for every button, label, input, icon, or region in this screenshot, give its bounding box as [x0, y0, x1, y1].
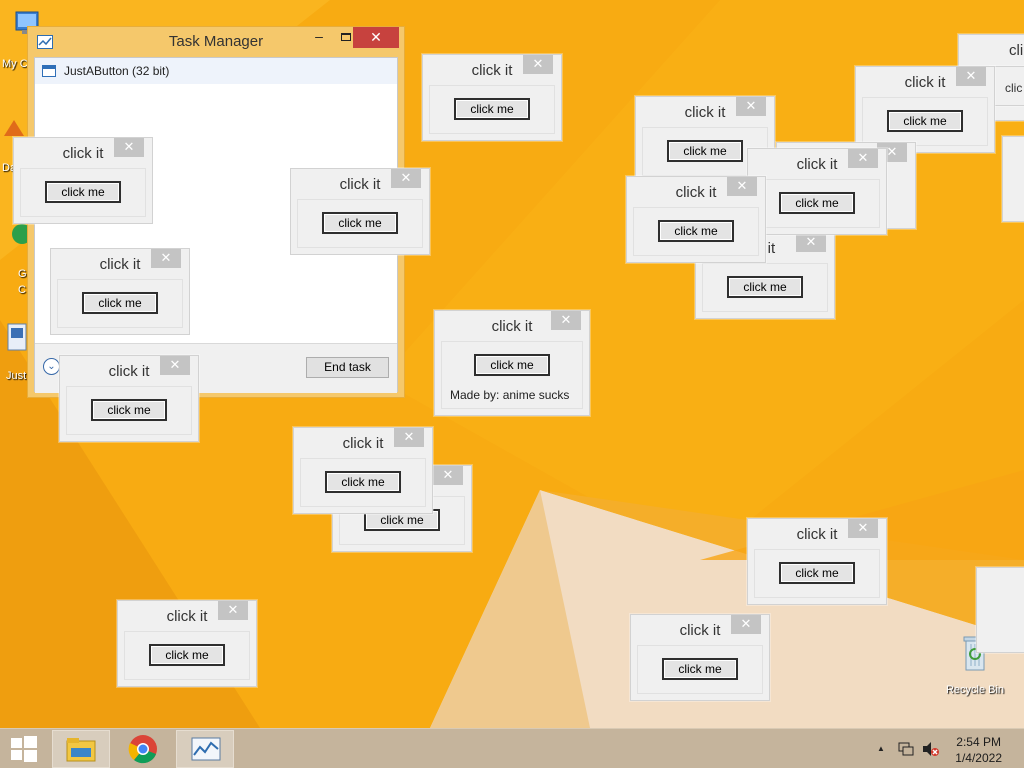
click-me-button[interactable]: click me: [474, 354, 550, 376]
dialog-body: click me: [124, 631, 250, 680]
click-me-button[interactable]: click me: [45, 181, 121, 203]
dialog-body: click me: [754, 549, 880, 598]
clock-time: 2:54 PM: [956, 735, 1001, 749]
list-item[interactable]: JustAButton (32 bit): [35, 58, 397, 84]
dialog-close-button[interactable]: ✕: [848, 149, 878, 168]
click-it-dialog[interactable]: click it ✕ click me Made by: anime sucks: [434, 310, 590, 416]
clock[interactable]: 2:54 PM 1/4/2022: [955, 734, 1002, 766]
close-button[interactable]: ✕: [353, 27, 399, 48]
click-it-dialog[interactable]: click it ✕ click me: [50, 248, 190, 335]
application-icon: [7, 323, 27, 351]
click-it-dialog[interactable]: click it ✕ click me: [117, 600, 257, 687]
volume-muted-icon[interactable]: [922, 741, 940, 757]
start-button[interactable]: [0, 730, 48, 768]
dialog-close-button[interactable]: ✕: [391, 169, 421, 188]
dialog-body: click me: [66, 386, 192, 435]
taskbar: ▲ 2:54 PM 1/4/2022: [0, 728, 1024, 768]
show-hidden-icons-button[interactable]: ▲: [877, 744, 885, 753]
windows-logo-icon: [11, 736, 37, 762]
dialog-close-button[interactable]: ✕: [151, 249, 181, 268]
dialog-body: click me: [862, 97, 988, 146]
click-it-dialog[interactable]: click it ✕ click me: [855, 66, 995, 153]
click-me-button[interactable]: click me: [454, 98, 530, 120]
desktop-icon-label: G C: [18, 268, 27, 296]
dialog-close-button[interactable]: ✕: [114, 138, 144, 157]
click-it-dialog[interactable]: click it ✕ click me: [59, 355, 199, 442]
dialog-body: click me: [633, 207, 759, 256]
click-me-button[interactable]: click me: [662, 658, 738, 680]
click-me-button[interactable]: click me: [325, 471, 401, 493]
click-it-dialog[interactable]: click it ✕ click me: [290, 168, 430, 255]
more-details-chevron-icon[interactable]: ⌄: [43, 358, 60, 375]
file-explorer-icon: [66, 738, 96, 762]
dialog-close-button[interactable]: ✕: [731, 615, 761, 634]
end-task-button[interactable]: End task: [306, 357, 389, 378]
dialog-close-button[interactable]: ✕: [394, 428, 424, 447]
credit-label: Made by: anime sucks: [450, 388, 570, 402]
dialog-body: click me: [637, 645, 763, 694]
taskbar-task-manager[interactable]: [176, 730, 234, 768]
dialog-title: clic: [1005, 81, 1023, 95]
click-it-dialog[interactable]: clic: [990, 66, 1024, 106]
desktop-icon-label: My C: [2, 58, 28, 70]
click-it-dialog[interactable]: [976, 567, 1024, 653]
click-it-dialog[interactable]: click it ✕ click me: [13, 137, 153, 224]
click-me-button[interactable]: click me: [727, 276, 803, 298]
click-me-button[interactable]: click me: [779, 192, 855, 214]
dialog-close-button[interactable]: ✕: [848, 519, 878, 538]
click-me-button[interactable]: click me: [658, 220, 734, 242]
desktop-icon-label: Just: [6, 370, 27, 382]
dialog-body: click me: [429, 85, 555, 134]
click-it-dialog[interactable]: click it ✕ click me: [747, 148, 887, 235]
dialog-close-button[interactable]: ✕: [433, 466, 463, 485]
network-icon[interactable]: [897, 741, 915, 757]
dialog-close-button[interactable]: ✕: [218, 601, 248, 620]
click-it-dialog[interactable]: click it ✕ click me: [293, 427, 433, 514]
click-me-button[interactable]: click me: [779, 562, 855, 584]
dialog-body: click me: [300, 458, 426, 507]
taskbar-file-explorer[interactable]: [52, 730, 110, 768]
desktop: My C Da G C Just Recycle Bin Task Manage…: [0, 0, 1024, 728]
click-it-dialog[interactable]: [1002, 136, 1024, 222]
chrome-icon: [128, 735, 157, 764]
dialog-body: click me Made by: anime sucks: [441, 341, 583, 409]
click-it-dialog[interactable]: click it ✕ click me: [626, 176, 766, 263]
desktop-icon-label: Recycle Bin: [945, 684, 1005, 696]
click-me-button[interactable]: click me: [667, 140, 743, 162]
dialog-title: cli: [1009, 42, 1024, 59]
dialog-body: click me: [297, 199, 423, 248]
dialog-close-button[interactable]: ✕: [523, 55, 553, 74]
taskbar-chrome[interactable]: [114, 730, 172, 768]
task-manager-titlebar[interactable]: Task Manager – ✕: [28, 27, 404, 57]
dialog-body: click me: [20, 168, 146, 217]
click-it-dialog[interactable]: click it ✕ click me: [630, 614, 770, 701]
dialog-close-button[interactable]: ✕: [551, 311, 581, 330]
minimize-button[interactable]: –: [306, 28, 332, 48]
dialog-close-button[interactable]: ✕: [160, 356, 190, 375]
maximize-icon: [341, 33, 351, 41]
process-name: JustAButton (32 bit): [64, 64, 170, 78]
app-window-icon: [42, 65, 56, 77]
dialog-close-button[interactable]: ✕: [796, 233, 826, 252]
click-me-button[interactable]: click me: [887, 110, 963, 132]
dialog-body: click me: [702, 263, 828, 312]
click-it-dialog[interactable]: click it ✕ click me: [422, 54, 562, 141]
dialog-close-button[interactable]: ✕: [736, 97, 766, 116]
clock-date: 1/4/2022: [955, 751, 1002, 765]
dialog-body: click me: [754, 179, 880, 228]
click-me-button[interactable]: click me: [322, 212, 398, 234]
folder-icon: [4, 120, 24, 136]
dialog-body: click me: [57, 279, 183, 328]
click-it-dialog[interactable]: click it ✕ click me: [747, 518, 887, 605]
click-me-button[interactable]: click me: [149, 644, 225, 666]
dialog-close-button[interactable]: ✕: [956, 67, 986, 86]
click-me-button[interactable]: click me: [91, 399, 167, 421]
task-manager-icon: [191, 737, 221, 761]
click-me-button[interactable]: click me: [82, 292, 158, 314]
dialog-close-button[interactable]: ✕: [727, 177, 757, 196]
